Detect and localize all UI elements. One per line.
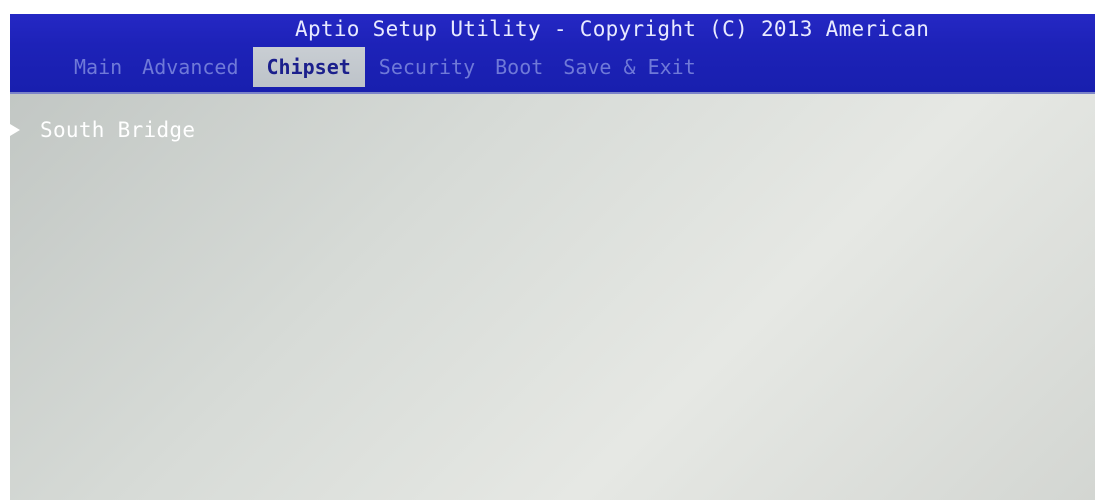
tab-security[interactable]: Security	[369, 47, 485, 87]
bios-screen: Aptio Setup Utility - Copyright (C) 2013…	[0, 0, 1095, 500]
submenu-arrow-icon	[10, 124, 20, 136]
menu-item-south-bridge[interactable]: South Bridge	[10, 116, 195, 144]
tab-advanced[interactable]: Advanced	[132, 47, 248, 87]
content-panel: South Bridge	[10, 94, 1095, 500]
tab-main[interactable]: Main	[64, 47, 132, 87]
tab-boot[interactable]: Boot	[485, 47, 553, 87]
header-bar: Aptio Setup Utility - Copyright (C) 2013…	[10, 14, 1095, 92]
tab-save-exit[interactable]: Save & Exit	[553, 47, 705, 87]
tab-chipset[interactable]: Chipset	[252, 47, 365, 87]
tab-bar: Main Advanced Chipset Security Boot Save…	[64, 47, 706, 87]
menu-item-label: South Bridge	[40, 118, 196, 142]
utility-title: Aptio Setup Utility - Copyright (C) 2013…	[295, 17, 930, 41]
